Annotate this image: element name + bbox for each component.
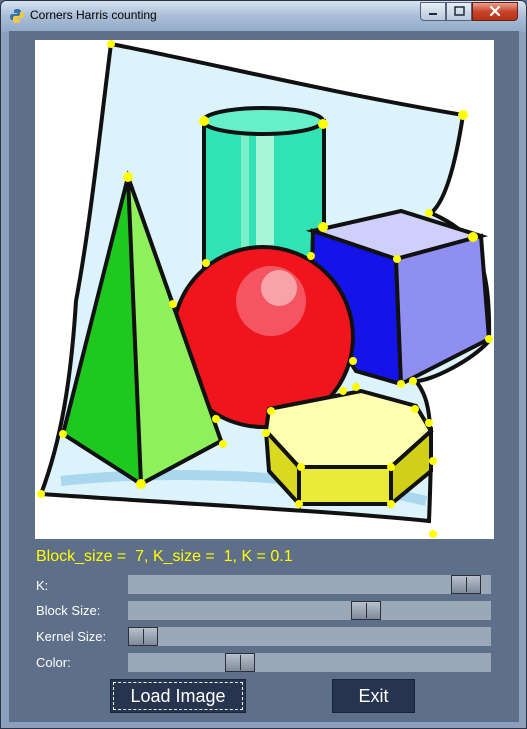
- close-icon: [489, 5, 501, 17]
- kernel-size-slider-thumb[interactable]: [128, 627, 158, 646]
- k-slider-thumb[interactable]: [451, 575, 481, 594]
- k-slider[interactable]: [128, 575, 491, 594]
- color-slider[interactable]: [128, 653, 491, 672]
- title-bar: Corners Harris counting: [1, 1, 526, 31]
- minimize-icon: [429, 13, 437, 15]
- block-size-slider-thumb[interactable]: [351, 601, 381, 620]
- load-image-button[interactable]: Load Image: [110, 679, 246, 713]
- minimize-button[interactable]: [420, 2, 446, 21]
- k-label: K:: [36, 578, 49, 593]
- kernel-size-label: Kernel Size:: [36, 629, 107, 644]
- maximize-button[interactable]: [446, 2, 472, 21]
- shapes-image: [37, 40, 493, 538]
- python-icon: [10, 9, 24, 23]
- kernel-size-slider[interactable]: [128, 627, 491, 646]
- window-title: Corners Harris counting: [30, 8, 157, 22]
- color-slider-thumb[interactable]: [225, 653, 255, 672]
- color-label: Color:: [36, 655, 71, 670]
- app-window: Corners Harris counting Block_size = 7, …: [0, 0, 527, 729]
- block-size-slider[interactable]: [128, 601, 491, 620]
- maximize-icon: [454, 6, 465, 16]
- close-button[interactable]: [472, 2, 518, 21]
- exit-button[interactable]: Exit: [332, 679, 415, 713]
- block-size-label: Block Size:: [36, 603, 101, 618]
- parameters-readout: Block_size = 7, K_size = 1, K = 0.1: [36, 548, 293, 565]
- image-canvas: [35, 40, 494, 539]
